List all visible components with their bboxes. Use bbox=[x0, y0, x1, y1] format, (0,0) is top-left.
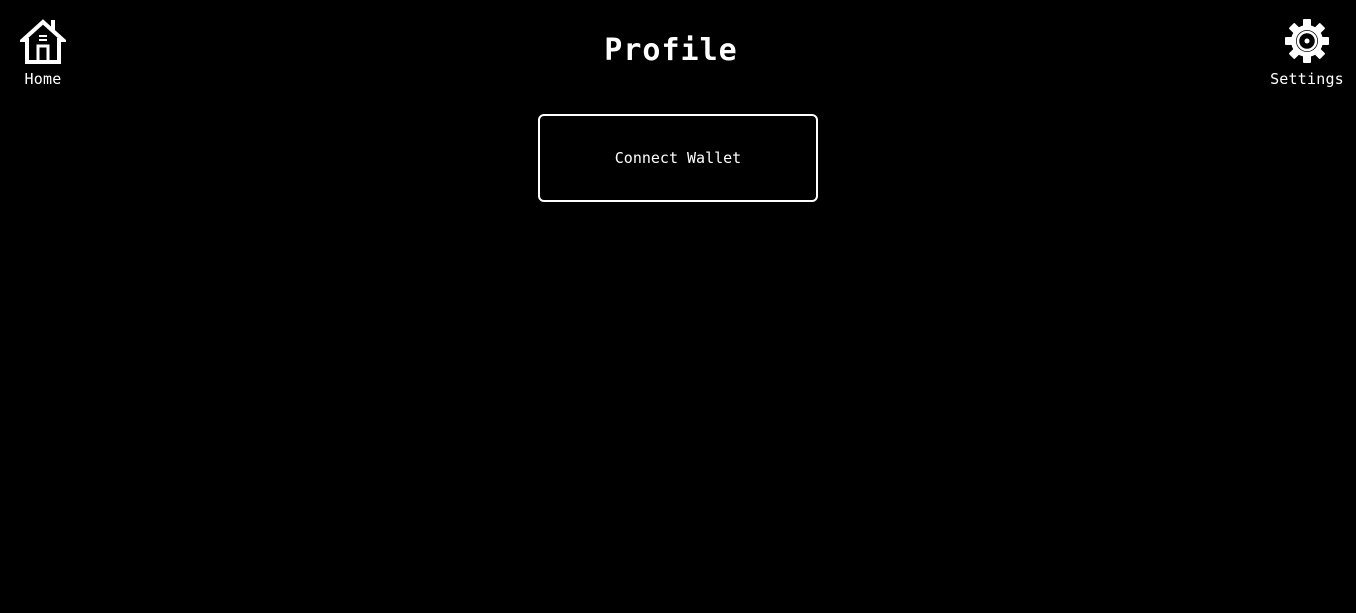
home-label: Home bbox=[24, 70, 62, 88]
page-title: Profile bbox=[604, 33, 738, 68]
connect-wallet-button[interactable]: Connect Wallet bbox=[538, 114, 818, 202]
profile-page: Home Profile Settings Connect Wallet bbox=[0, 0, 1356, 613]
settings-label: Settings bbox=[1270, 70, 1344, 88]
settings-nav-button[interactable]: Settings bbox=[1266, 18, 1348, 88]
gear-icon bbox=[1285, 19, 1329, 63]
